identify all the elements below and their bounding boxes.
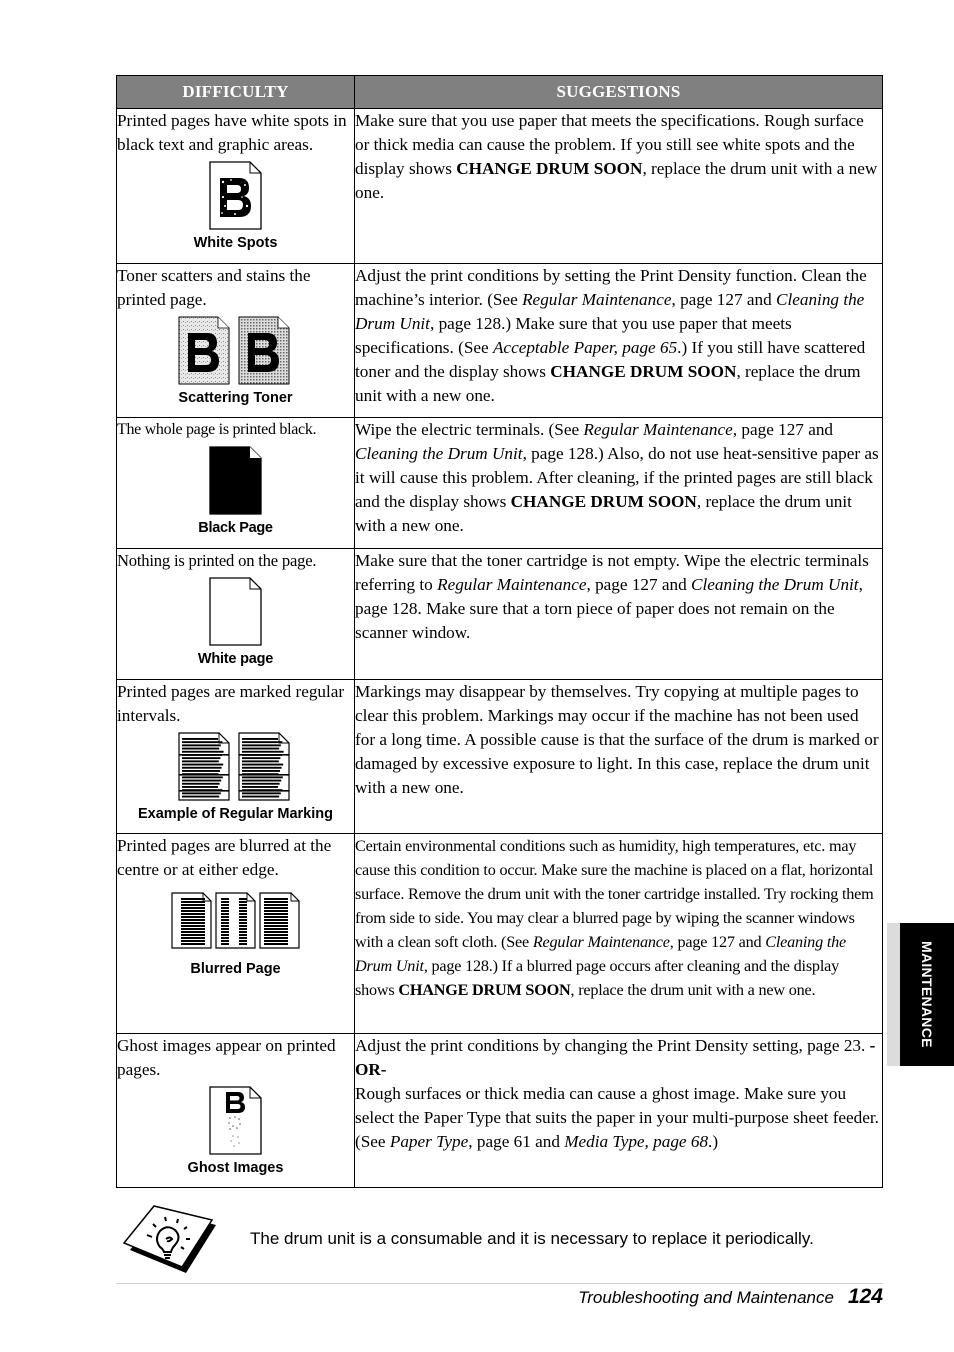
table-row: The whole page is printed black. Black P… (116, 417, 883, 549)
difficulty-text: Nothing is printed on the page. (117, 551, 317, 570)
text-run: , page 127 and (671, 290, 776, 309)
difficulty-cell: Nothing is printed on the page. White pa… (116, 548, 355, 680)
text-run: .) (708, 1132, 719, 1151)
suggestion-cell: Adjust the print conditions by changing … (354, 1033, 883, 1188)
difficulty-text: Toner scatters and stains the printed pa… (117, 266, 311, 309)
page-number: 124 (847, 1285, 883, 1308)
cross-reference: Acceptable Paper, page 65 (492, 338, 678, 357)
section-title: Troubleshooting and Maintenance (578, 1288, 834, 1307)
cross-reference: Regular Maintenance (583, 420, 733, 439)
table-row: Printed pages are marked regular interva… (116, 679, 883, 834)
difficulty-cell: Ghost images appear on printed pages. Gh… (116, 1033, 355, 1188)
lightbulb-tip-icon (120, 1203, 220, 1279)
figure-caption: Scattering Toner (178, 390, 293, 406)
white-page-icon: White page (117, 577, 354, 668)
suggestion-cell: Make sure that the toner cartridge is no… (354, 548, 883, 680)
suggestion-text: Markings may disappear by themselves. Tr… (355, 680, 882, 800)
difficulty-cell: Printed pages are marked regular interva… (116, 679, 355, 834)
display-message: CHANGE DRUM SOON (550, 362, 737, 381)
header-suggestions: SUGGESTIONS (354, 75, 883, 109)
table-row: Toner scatters and stains the printed pa… (116, 263, 883, 418)
regular-marking-pages-icon: Example of Regular Marking (117, 732, 354, 823)
difficulty-text: Printed pages have white spots in black … (117, 111, 347, 154)
suggestion-cell: Adjust the print conditions by setting t… (354, 263, 883, 418)
difficulty-cell: Toner scatters and stains the printed pa… (116, 263, 355, 418)
difficulty-cell: Printed pages have white spots in black … (116, 108, 355, 264)
difficulty-text: Printed pages are marked regular interva… (117, 682, 345, 725)
table-row: Nothing is printed on the page. White pa… (116, 548, 883, 680)
figure-caption: Example of Regular Marking (138, 806, 333, 822)
suggestion-text: Adjust the print conditions by setting t… (355, 264, 882, 408)
text-run: Wipe the electric terminals. (See (355, 420, 584, 439)
cross-reference: Regular Maintenance (437, 575, 587, 594)
suggestion-text: Adjust the print conditions by changing … (355, 1034, 882, 1154)
suggestion-cell: Wipe the electric terminals. (See Regula… (354, 417, 883, 549)
text-run: , page 127 and (732, 420, 834, 439)
figure-caption: Ghost Images (187, 1160, 284, 1176)
suggestion-text: Certain environmental conditions such as… (355, 834, 882, 1002)
text-run: Markings may disappear by themselves. Tr… (355, 682, 879, 797)
difficulty-text: Printed pages are blurred at the centre … (117, 836, 332, 879)
difficulty-cell: Printed pages are blurred at the centre … (116, 833, 355, 1034)
cross-reference: Regular Maintenance (532, 933, 670, 951)
cross-reference: Regular Maintenance (522, 290, 672, 309)
scattering-toner-pages-icon: Scattering Toner (117, 316, 354, 407)
cross-reference: Media Type, page 68 (564, 1132, 709, 1151)
suggestion-cell: Markings may disappear by themselves. Tr… (354, 679, 883, 834)
table-row: Ghost images appear on printed pages. Gh… (116, 1033, 883, 1188)
table-header-row: DIFFICULTY SUGGESTIONS (116, 75, 883, 109)
table-row: Printed pages have white spots in black … (116, 108, 883, 264)
suggestion-text: Make sure that you use paper that meets … (355, 109, 882, 205)
black-page-icon: Black Page (117, 446, 354, 537)
difficulty-text: The whole page is printed black. (117, 421, 317, 438)
figure-caption: White page (197, 651, 274, 667)
header-difficulty: DIFFICULTY (116, 75, 355, 109)
note-text: The drum unit is a consumable and it is … (250, 1229, 814, 1248)
chapter-tab: MAINTENANCE (887, 923, 954, 1066)
display-message: CHANGE DRUM SOON (398, 981, 571, 999)
figure-caption: Blurred Page (190, 961, 281, 977)
suggestion-text: Wipe the electric terminals. (See Regula… (355, 418, 882, 538)
cross-reference: Cleaning the Drum Unit (691, 575, 859, 594)
suggestion-text: Make sure that the toner cartridge is no… (355, 549, 882, 645)
page-footer: Troubleshooting and Maintenance 124 (578, 1285, 883, 1309)
difficulty-cell: The whole page is printed black. Black P… (116, 417, 355, 549)
figure-caption: Black Page (198, 520, 273, 536)
chapter-tab-label: MAINTENANCE (919, 941, 935, 1048)
footer-divider (116, 1283, 883, 1284)
ghost-image-page-icon: Ghost Images (117, 1086, 354, 1177)
display-message: CHANGE DRUM SOON (510, 492, 697, 511)
blurred-pages-icon: Blurred Page (117, 892, 354, 978)
difficulty-text: Ghost images appear on printed pages. (117, 1036, 336, 1079)
text-run: , page 127 and (586, 575, 692, 594)
text-run: , replace the drum unit with a new one. (570, 981, 816, 999)
text-run: , page 61 and (468, 1132, 565, 1151)
suggestion-cell: Certain environmental conditions such as… (354, 833, 883, 1034)
figure-caption: White Spots (193, 235, 278, 251)
cross-reference: Cleaning the Drum Unit (355, 444, 523, 463)
cross-reference: Paper Type (389, 1132, 469, 1151)
table-row: Printed pages are blurred at the centre … (116, 833, 883, 1034)
text-run: Adjust the print conditions by changing … (355, 1036, 870, 1055)
white-spots-page-icon: White Spots (117, 161, 354, 252)
suggestion-cell: Make sure that you use paper that meets … (354, 108, 883, 264)
text-run: , page 127 and (669, 933, 766, 951)
display-message: CHANGE DRUM SOON (456, 159, 643, 178)
troubleshooting-table: DIFFICULTY SUGGESTIONS Printed pages hav… (116, 75, 883, 1188)
